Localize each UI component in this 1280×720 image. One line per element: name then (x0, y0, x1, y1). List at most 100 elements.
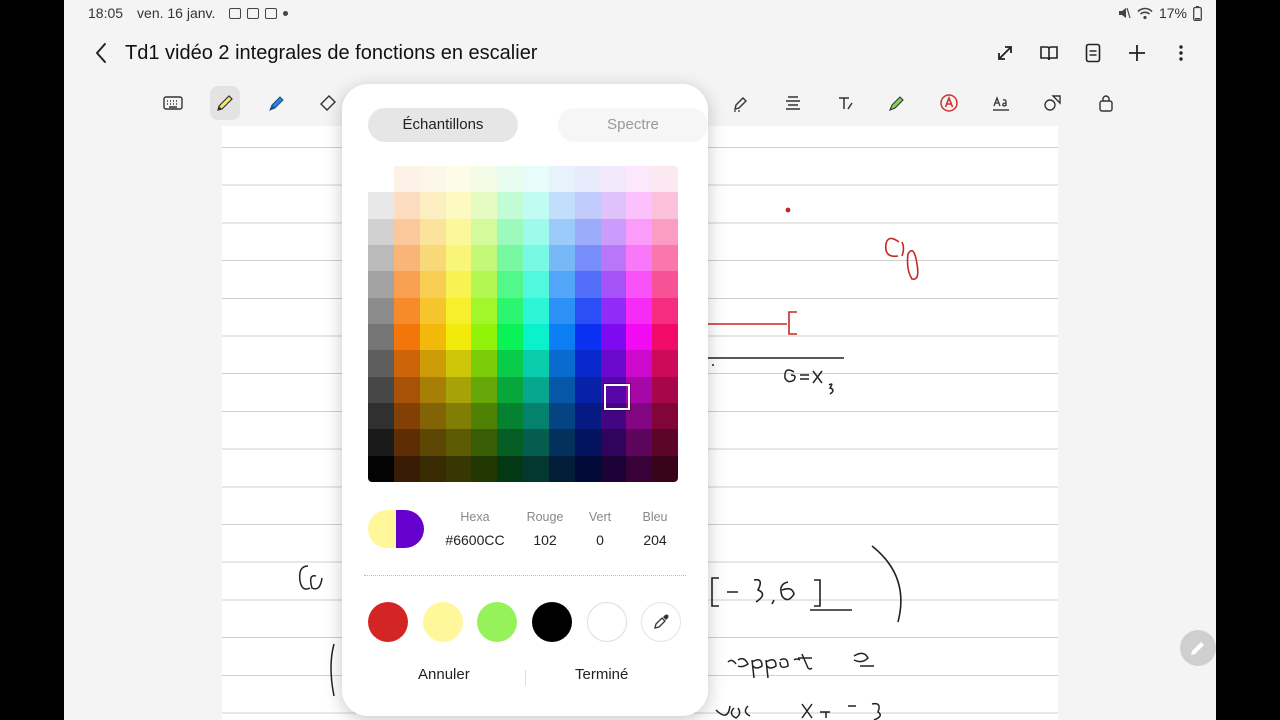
color-swatch-cell[interactable] (548, 245, 575, 272)
color-swatch-cell[interactable] (574, 429, 601, 456)
color-swatch-cell[interactable] (600, 403, 627, 430)
keyboard-tool[interactable] (158, 86, 188, 120)
color-swatch-cell[interactable] (497, 297, 523, 324)
color-swatch-cell[interactable] (445, 245, 472, 272)
color-swatch-cell[interactable] (445, 166, 472, 193)
color-swatch-cell[interactable] (368, 376, 394, 403)
color-swatch-cell[interactable] (523, 403, 549, 430)
color-swatch-grid[interactable] (368, 166, 678, 482)
color-swatch-cell[interactable] (574, 350, 601, 377)
color-swatch-cell[interactable] (471, 455, 498, 482)
color-swatch-cell[interactable] (445, 350, 472, 377)
color-swatch-cell[interactable] (652, 429, 678, 456)
eraser-tool[interactable] (314, 86, 344, 120)
done-button[interactable]: Terminé (575, 666, 628, 683)
color-swatch-cell[interactable] (497, 192, 523, 219)
tab-echantillons[interactable]: Échantillons (368, 108, 518, 142)
color-swatch-cell[interactable] (523, 350, 549, 377)
lasso-tool[interactable] (726, 86, 756, 120)
color-swatch-cell[interactable] (419, 455, 446, 482)
lock-tool[interactable] (1092, 86, 1122, 120)
color-swatch-cell[interactable] (419, 271, 446, 298)
color-swatch-cell[interactable] (393, 403, 420, 430)
color-swatch-cell[interactable] (445, 271, 472, 298)
color-swatch-cell[interactable] (445, 192, 472, 219)
color-swatch-cell[interactable] (445, 376, 472, 403)
color-swatch-cell[interactable] (600, 192, 627, 219)
color-swatch-cell[interactable] (523, 455, 549, 482)
color-swatch-cell[interactable] (600, 350, 627, 377)
color-swatch-cell[interactable] (419, 403, 446, 430)
color-swatch-cell[interactable] (419, 297, 446, 324)
expand-button[interactable] (994, 40, 1016, 66)
color-swatch-cell[interactable] (419, 376, 446, 403)
color-swatch-cell[interactable] (368, 403, 394, 430)
color-swatch-cell[interactable] (419, 429, 446, 456)
color-swatch-cell[interactable] (368, 350, 394, 377)
color-swatch-cell[interactable] (471, 271, 498, 298)
color-swatch-cell[interactable] (548, 218, 575, 245)
color-swatch-cell[interactable] (419, 192, 446, 219)
color-swatch-cell[interactable] (626, 455, 653, 482)
color-swatch-cell[interactable] (497, 403, 523, 430)
color-swatch-cell[interactable] (548, 455, 575, 482)
color-swatch-cell[interactable] (523, 166, 549, 193)
color-swatch-cell[interactable] (652, 403, 678, 430)
color-swatch-cell[interactable] (600, 297, 627, 324)
color-swatch-cell[interactable] (497, 218, 523, 245)
color-swatch-cell[interactable] (445, 429, 472, 456)
swatch-yellow[interactable] (423, 602, 463, 642)
tab-spectre[interactable]: Spectre (558, 108, 708, 142)
color-swatch-cell[interactable] (445, 324, 472, 351)
red-field[interactable]: Rouge 102 (520, 510, 570, 548)
color-swatch-cell[interactable] (574, 403, 601, 430)
color-swatch-cell[interactable] (393, 245, 420, 272)
color-swatch-cell[interactable] (574, 166, 601, 193)
color-swatch-cell[interactable] (393, 166, 420, 193)
color-swatch-cell[interactable] (368, 192, 394, 219)
color-swatch-cell[interactable] (626, 218, 653, 245)
color-swatch-cell[interactable] (497, 166, 523, 193)
color-swatch-cell[interactable] (548, 192, 575, 219)
color-swatch-cell[interactable] (368, 324, 394, 351)
color-swatch-cell[interactable] (548, 271, 575, 298)
color-swatch-cell[interactable] (419, 166, 446, 193)
color-swatch-cell[interactable] (652, 166, 678, 193)
color-swatch-cell[interactable] (600, 271, 627, 298)
color-swatch-cell[interactable] (393, 455, 420, 482)
eyedropper-button[interactable] (641, 602, 681, 642)
color-swatch-cell[interactable] (471, 166, 498, 193)
color-swatch-cell[interactable] (600, 218, 627, 245)
color-swatch-cell[interactable] (368, 297, 394, 324)
color-swatch-cell[interactable] (600, 429, 627, 456)
color-swatch-cell[interactable] (626, 324, 653, 351)
color-swatch-cell[interactable] (600, 166, 627, 193)
text-align-tool[interactable] (778, 86, 808, 120)
text-box-tool[interactable] (986, 86, 1016, 120)
color-swatch-cell[interactable] (626, 350, 653, 377)
color-swatch-cell[interactable] (523, 245, 549, 272)
color-swatch-cell[interactable] (626, 403, 653, 430)
color-swatch-cell[interactable] (471, 429, 498, 456)
color-swatch-cell[interactable] (652, 324, 678, 351)
color-swatch-cell[interactable] (445, 297, 472, 324)
color-swatch-cell[interactable] (652, 218, 678, 245)
color-swatch-cell[interactable] (393, 429, 420, 456)
color-swatch-cell[interactable] (548, 297, 575, 324)
color-swatch-cell[interactable] (368, 245, 394, 272)
color-swatch-cell[interactable] (497, 455, 523, 482)
color-swatch-cell[interactable] (471, 376, 498, 403)
color-swatch-cell[interactable] (652, 455, 678, 482)
color-swatch-cell[interactable] (600, 455, 627, 482)
color-swatch-cell[interactable] (652, 271, 678, 298)
color-swatch-cell[interactable] (548, 350, 575, 377)
color-swatch-cell[interactable] (523, 429, 549, 456)
color-swatch-cell[interactable] (419, 218, 446, 245)
back-button[interactable] (90, 40, 114, 66)
pen-tool[interactable] (210, 86, 240, 120)
swatch-green[interactable] (477, 602, 517, 642)
color-swatch-cell[interactable] (548, 166, 575, 193)
color-swatch-cell[interactable] (497, 429, 523, 456)
color-swatch-cell[interactable] (523, 218, 549, 245)
color-swatch-cell[interactable] (574, 218, 601, 245)
